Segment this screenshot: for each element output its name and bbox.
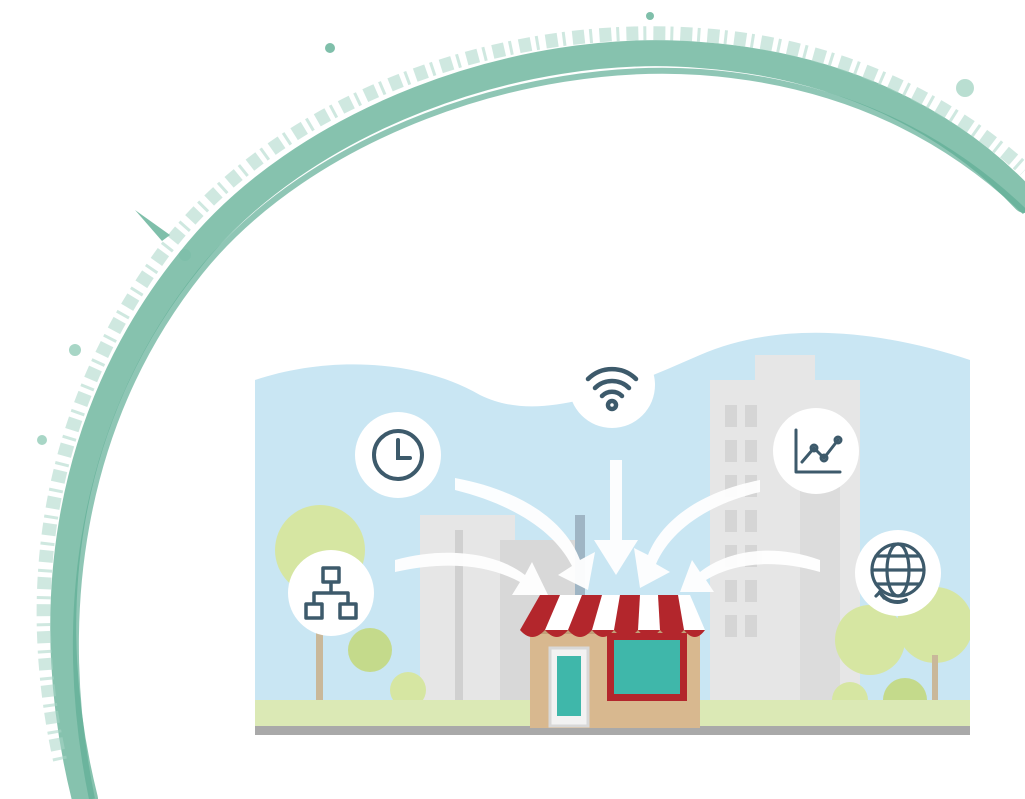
globe-bubble: [855, 530, 941, 616]
paint-splatter: [325, 43, 335, 53]
paint-splatter: [956, 79, 974, 97]
illustration: [36, 12, 1025, 799]
wifi-bubble: [569, 342, 655, 428]
clock-bubble: [355, 412, 441, 498]
chart-bubble: [773, 408, 859, 494]
paint-drip: [135, 210, 170, 241]
paint-splatter: [179, 249, 191, 261]
network-bubble: [288, 550, 374, 636]
awning: [520, 595, 705, 637]
paint-splatter: [69, 344, 81, 356]
paint-splatter: [37, 435, 47, 445]
building: [755, 355, 815, 385]
storefront: [520, 595, 705, 728]
paint-splatter: [646, 12, 654, 20]
